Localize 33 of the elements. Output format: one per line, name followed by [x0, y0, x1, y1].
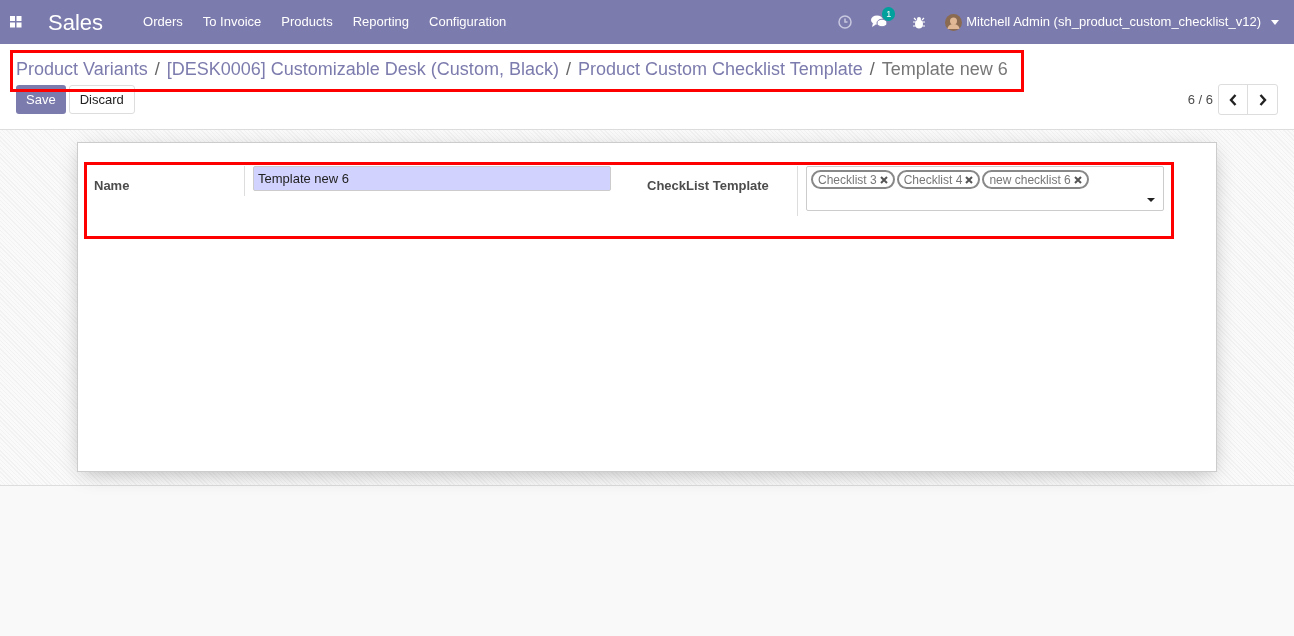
caret-icon[interactable]: [1271, 19, 1279, 25]
chevron-left-icon[interactable]: [1229, 93, 1237, 106]
name-input-field[interactable]: Template new 6: [253, 166, 611, 191]
menu-item[interactable]: Products: [271, 12, 343, 32]
message-count-badge: 1: [882, 7, 896, 21]
field-label: Name: [94, 177, 131, 195]
user-name[interactable]: Mitchell Admin (sh_product_custom_checklist_v12): [966, 12, 1261, 32]
bug-icon[interactable]: [913, 15, 926, 29]
chevron-right-icon[interactable]: [1258, 93, 1267, 106]
current-page-title: Template new 6: [881, 58, 1008, 81]
checklist-tags-field[interactable]: Checklist 3 Checklist 4 new checklist 6: [806, 166, 1164, 211]
menu-item[interactable]: Orders: [133, 12, 193, 32]
menu-item[interactable]: To Invoice: [192, 12, 272, 32]
menu-item[interactable]: Configuration: [419, 12, 517, 32]
breadcrumb-separator: /: [869, 58, 875, 81]
tag-label: Checklist 3: [818, 171, 877, 189]
avatar-icon[interactable]: [945, 13, 963, 31]
tag-label: new checklist 6: [989, 171, 1071, 189]
breadcrumb-link[interactable]: [DESK0006] Customizable Desk (Custom, Black): [166, 56, 559, 83]
remove-icon[interactable]: [879, 175, 888, 184]
tag-label: Checklist 4: [903, 171, 963, 189]
menu-item[interactable]: Reporting: [342, 12, 419, 32]
pager-value: 6 / 6: [1187, 90, 1213, 109]
breadcrumb-link[interactable]: Product Custom Checklist Template: [577, 56, 863, 83]
remove-icon[interactable]: [965, 175, 974, 184]
breadcrumb-separator: /: [565, 58, 571, 81]
app-title: Sales: [48, 8, 104, 37]
remove-icon[interactable]: [1073, 175, 1082, 184]
field-label: CheckList Template: [647, 177, 770, 195]
breadcrumb-separator: /: [154, 58, 160, 81]
apps-grid-icon[interactable]: [10, 16, 22, 28]
dropdown-caret-icon[interactable]: [1147, 198, 1155, 202]
breadcrumb-link[interactable]: Product Variants: [16, 56, 148, 83]
